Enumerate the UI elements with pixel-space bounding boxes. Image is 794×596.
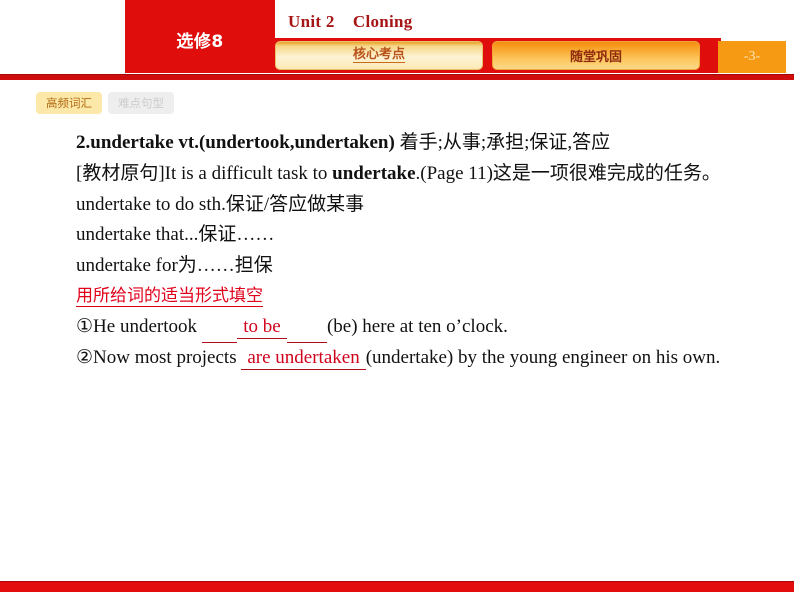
lesson-content: 2.undertake vt.(undertook,undertaken) 着手…	[0, 128, 794, 374]
exercise-answer[interactable]: are undertaken	[241, 347, 366, 371]
usage-line: undertake for为……担保	[76, 255, 273, 277]
volume-label: 选修8	[176, 32, 224, 52]
exercise-marker: ①	[76, 315, 94, 337]
vocabulary-entry: 2.undertake vt.(undertook,undertaken) 着手…	[50, 128, 744, 159]
subtab-difficult-sentence-patterns[interactable]: 难点句型	[108, 92, 174, 114]
exercise-item: ①He undertook to be (be) here at ten o’c…	[50, 312, 744, 344]
exercise-marker: ②	[76, 347, 94, 369]
page-header: 选修8 Unit 2 Cloning 核心考点 随堂巩固 -3-	[0, 0, 794, 82]
subtab-high-frequency-vocabulary[interactable]: 高频词汇	[36, 92, 102, 114]
textbook-quote-after: .(Page 11)这是一项很难完成的任务。	[415, 162, 721, 184]
exercise-heading-text: 用所给词的适当形式填空	[76, 285, 263, 307]
tab-core-points-label: 核心考点	[352, 46, 405, 64]
exercise-answer[interactable]: to be	[237, 315, 287, 339]
exercise-item: ②Now most projects are undertaken (undert…	[50, 343, 744, 374]
header-divider	[0, 74, 794, 80]
exercise-blank-pad	[201, 312, 238, 344]
exercise-blank-pad	[286, 312, 327, 344]
usage-line: undertake to do sth.保证/答应做某事	[76, 193, 365, 215]
subtab-high-frequency-vocabulary-label: 高频词汇	[46, 96, 92, 110]
exercise-prompt-before: He undertook	[93, 315, 202, 337]
tab-consolidation[interactable]: 随堂巩固	[492, 41, 700, 70]
page-number-badge: -3-	[718, 41, 786, 73]
tab-core-points[interactable]: 核心考点	[275, 41, 483, 70]
subtab-bar: 高频词汇 难点句型	[36, 92, 174, 114]
textbook-quote-before: It is a difficult task to	[164, 162, 333, 184]
exercise-prompt-after: (undertake) by the young engineer on his…	[365, 347, 721, 369]
page-number-label: -3-	[743, 49, 761, 64]
textbook-quote-keyword: undertake	[332, 162, 416, 184]
tab-consolidation-label: 随堂巩固	[569, 50, 622, 65]
volume-block: 选修8	[125, 0, 275, 73]
exercise-heading: 用所给词的适当形式填空	[50, 282, 744, 312]
vocabulary-entry-gloss: 着手;从事;承担;保证,答应	[394, 132, 611, 153]
vocabulary-entry-headword: 2.undertake vt.(undertook,undertaken)	[76, 132, 395, 153]
footer-divider	[0, 581, 794, 592]
textbook-quote-tag: [教材原句]	[76, 162, 165, 184]
page-title: Unit 2 Cloning	[288, 12, 413, 31]
subtab-difficult-sentence-patterns-label: 难点句型	[118, 96, 164, 110]
usage-line: undertake that...保证……	[76, 224, 275, 246]
textbook-quote: [教材原句]It is a difficult task to undertak…	[50, 159, 744, 190]
exercise-prompt-before: Now most projects	[93, 347, 242, 369]
exercise-prompt-after: (be) here at ten o’clock.	[326, 315, 508, 337]
